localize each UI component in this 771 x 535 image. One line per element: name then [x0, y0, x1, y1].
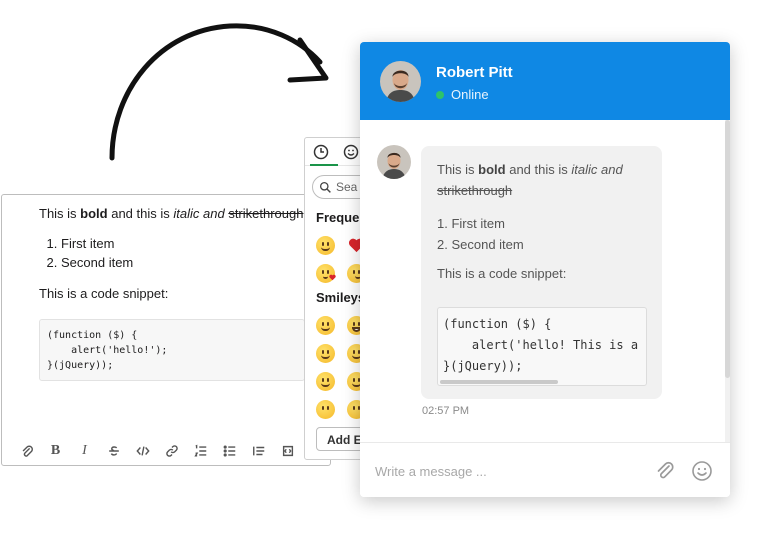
- message-strike-text: strikethrough: [437, 183, 513, 198]
- emoji-row: [316, 344, 366, 363]
- message-ordered-list: 1. First item 2. Second item: [437, 213, 662, 255]
- bold-icon[interactable]: B: [41, 441, 70, 461]
- smiley-tab-icon[interactable]: [343, 144, 359, 160]
- list-item: 2. Second item: [437, 237, 524, 252]
- clock-icon[interactable]: [313, 144, 329, 160]
- grinning-emoji[interactable]: [316, 316, 335, 335]
- editor-italic-text: italic and: [173, 206, 225, 221]
- emoji-row: [316, 316, 366, 335]
- paperclip-icon[interactable]: [654, 460, 676, 482]
- grinning-emoji[interactable]: [316, 236, 335, 255]
- code-block-icon[interactable]: [273, 441, 302, 461]
- sender-avatar: [377, 145, 411, 179]
- editor-text: and this is: [107, 206, 174, 221]
- blockquote-icon[interactable]: [244, 441, 273, 461]
- search-placeholder: Sea: [336, 180, 358, 194]
- contact-name: Robert Pitt: [436, 64, 513, 81]
- message-code-block[interactable]: (function ($) { alert('hello! This is a …: [437, 307, 647, 386]
- editor-line-formatting: This is bold and this is italic and stri…: [39, 205, 329, 223]
- message-timestamp: 02:57 PM: [422, 405, 470, 417]
- editor-strike-text: strikethrough: [228, 206, 304, 221]
- emoji-row: [316, 264, 366, 283]
- code-icon[interactable]: [128, 441, 157, 461]
- scrollbar-thumb[interactable]: [725, 120, 730, 378]
- sweat-smile-emoji[interactable]: [316, 400, 335, 419]
- editor-code-block: (function ($) { alert('hello!'); }(jQuer…: [39, 319, 305, 381]
- message-bold-text: bold: [478, 162, 506, 177]
- link-icon[interactable]: [157, 441, 186, 461]
- editor-bold-text: bold: [80, 206, 108, 221]
- slightly-smiling-emoji[interactable]: [316, 372, 335, 391]
- chat-input-bar: Write a message ...: [360, 442, 730, 497]
- message-formatting-line: This is bold and this is italic and stri…: [437, 159, 651, 201]
- chat-window: Robert Pitt Online This is bold and this…: [360, 42, 730, 497]
- emoji-row: [316, 400, 366, 419]
- code-horizontal-scrollbar[interactable]: [440, 380, 558, 384]
- message-text: and this is: [505, 162, 572, 177]
- contact-status: Online: [436, 87, 489, 102]
- status-text: Online: [451, 87, 489, 102]
- chat-scrollbar[interactable]: [725, 120, 730, 442]
- search-icon: [319, 181, 331, 193]
- smiley-emoji[interactable]: [316, 344, 335, 363]
- kissing-heart-emoji[interactable]: [316, 264, 336, 283]
- emoji-row: [316, 372, 366, 391]
- ordered-list-icon[interactable]: [186, 441, 215, 461]
- message-code-label: This is a code snippet:: [437, 266, 567, 281]
- editor-code-label: This is a code snippet:: [39, 286, 169, 301]
- italic-glyph: I: [82, 443, 87, 458]
- list-item: 1. First item: [437, 216, 505, 231]
- emoji-row: [316, 236, 366, 255]
- category-smileys: Smileys: [316, 290, 366, 305]
- message-italic-text: italic and: [571, 162, 623, 177]
- emoji-icon[interactable]: [691, 460, 713, 482]
- list-item: First item: [61, 235, 329, 254]
- chat-header: Robert Pitt Online: [360, 42, 730, 120]
- paperclip-icon[interactable]: [12, 441, 41, 461]
- code-text: (function ($) { alert('hello! This is a …: [443, 317, 639, 373]
- active-tab-indicator: [310, 164, 338, 166]
- online-indicator: [436, 90, 444, 99]
- chat-messages[interactable]: This is bold and this is italic and stri…: [360, 120, 730, 442]
- message-bubble: This is bold and this is italic and stri…: [421, 146, 662, 399]
- strikethrough-icon[interactable]: [99, 441, 128, 461]
- italic-icon[interactable]: I: [70, 441, 99, 461]
- formatting-toolbar: B I: [12, 441, 302, 461]
- list-item: Second item: [61, 254, 329, 273]
- contact-avatar[interactable]: [380, 61, 421, 102]
- message-input[interactable]: Write a message ...: [375, 464, 487, 479]
- message-text: This is: [437, 162, 479, 177]
- editor-content[interactable]: This is bold and this is italic and stri…: [39, 205, 329, 381]
- bold-glyph: B: [50, 443, 61, 458]
- bullet-list-icon[interactable]: [215, 441, 244, 461]
- message-editor[interactable]: This is bold and this is italic and stri…: [1, 194, 331, 466]
- editor-text: This is: [39, 206, 81, 221]
- editor-ordered-list: First item Second item: [39, 235, 329, 273]
